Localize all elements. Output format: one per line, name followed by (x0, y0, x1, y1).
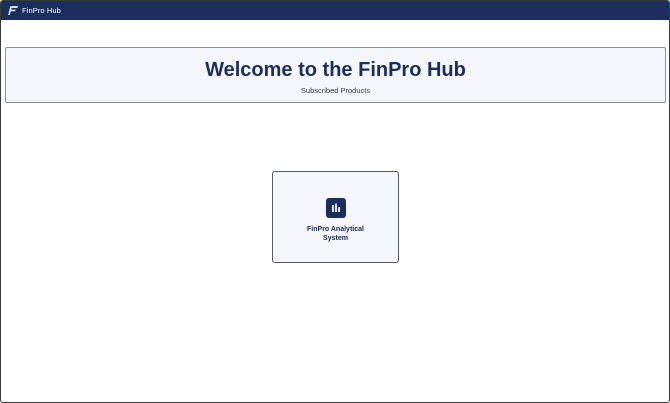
brand-home-link[interactable]: FinPro Hub (8, 5, 61, 16)
finpro-logo-icon (8, 5, 19, 16)
welcome-banner: Welcome to the FinPro Hub Subscribed Pro… (5, 47, 666, 103)
bar-chart-icon (325, 198, 346, 218)
app-name: FinPro Hub (22, 6, 61, 15)
section-subtitle: Subscribed Products (300, 86, 371, 95)
page-title: Welcome to the FinPro Hub (205, 59, 466, 81)
app-window: FinPro Hub Welcome to the FinPro Hub Sub… (0, 0, 670, 403)
product-name: FinPro Analytical System (307, 226, 364, 242)
product-card-finpro-analytical-system[interactable]: FinPro Analytical System (272, 171, 399, 263)
top-navigation-bar: FinPro Hub (1, 1, 669, 20)
